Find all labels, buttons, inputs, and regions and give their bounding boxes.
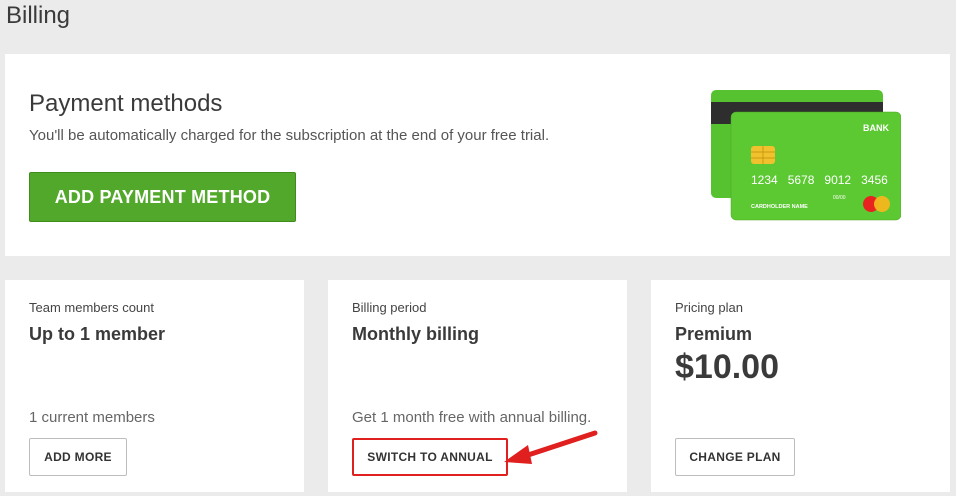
cardholder-label: CARDHOLDER NAME	[751, 204, 808, 210]
team-members-card: Team members count Up to 1 member 1 curr…	[5, 280, 304, 492]
add-more-button[interactable]: ADD MORE	[29, 438, 127, 476]
annual-billing-note: Get 1 month free with annual billing.	[352, 409, 592, 426]
card-number: 1234 5678 9012 3456	[751, 173, 888, 187]
red-arrow-icon	[504, 430, 598, 464]
payment-methods-subtitle: You'll be automatically charged for the …	[29, 127, 550, 144]
pricing-plan-value: Premium	[675, 324, 753, 344]
payment-methods-title: Payment methods	[29, 90, 223, 117]
switch-to-annual-button[interactable]: SWITCH TO ANNUAL	[352, 438, 508, 476]
team-members-label: Team members count	[29, 300, 154, 315]
change-plan-button[interactable]: CHANGE PLAN	[675, 438, 795, 476]
current-members-count: 1 current members	[29, 409, 155, 426]
bank-label: BANK	[863, 123, 889, 133]
billing-period-label: Billing period	[352, 300, 427, 315]
team-members-value: Up to 1 member	[29, 324, 166, 344]
pricing-plan-label: Pricing plan	[675, 300, 743, 315]
page-title: Billing	[6, 2, 71, 29]
plan-price: $10.00	[675, 348, 779, 386]
credit-card-illustration-icon: BANK 1234 5678 9012 3456 CARDHOLDER NAME…	[711, 90, 901, 221]
add-payment-method-button[interactable]: ADD PAYMENT METHOD	[29, 172, 296, 222]
pricing-plan-card: Pricing plan Premium $10.00 CHANGE PLAN	[651, 280, 950, 492]
billing-period-value: Monthly billing	[352, 324, 479, 344]
card-expiry: 00/00	[833, 195, 846, 201]
payment-methods-card: Payment methods You'll be automatically …	[5, 54, 950, 256]
